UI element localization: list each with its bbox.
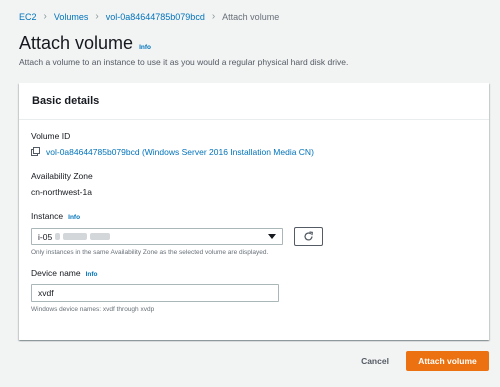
redacted-text [90,233,111,240]
availability-zone-value: cn-northwest-1a [31,187,92,197]
volume-id-label: Volume ID [31,131,71,141]
breadcrumb-volumes[interactable]: Volumes [54,12,89,22]
breadcrumb: EC2 › Volumes › vol-0a84644785b079bcd › … [19,10,279,24]
volume-id-value[interactable]: vol-0a84644785b079bcd (Windows Server 20… [46,147,314,157]
refresh-button[interactable] [294,227,323,246]
attach-volume-button[interactable]: Attach volume [406,351,489,371]
instance-select-value: i-05 [38,231,53,242]
instance-label: Instance [31,211,64,221]
chevron-right-icon: › [43,11,47,22]
device-name-hint: Windows device names: xvdf through xvdp [31,306,155,313]
copy-icon[interactable] [31,147,41,157]
breadcrumb-current: Attach volume [222,12,280,22]
basic-details-panel: Basic details Volume ID vol-0a84644785b0… [19,83,489,340]
availability-zone-label: Availability Zone [31,171,93,181]
device-name-label-row: Device name Info [31,268,98,278]
instance-hint: Only instances in the same Availability … [31,249,269,256]
panel-header: Basic details [19,83,489,120]
instance-label-row: Instance Info [31,211,80,221]
title-info-link[interactable]: Info [139,44,151,51]
instance-select[interactable]: i-05 [31,228,283,245]
instance-info-link[interactable]: Info [68,214,80,221]
cancel-button[interactable]: Cancel [352,351,398,371]
device-name-input[interactable] [31,284,279,302]
redacted-text [55,233,61,240]
page-description: Attach a volume to an instance to use it… [19,57,349,67]
refresh-icon [304,231,313,241]
device-name-label: Device name [31,268,81,278]
caret-down-icon [268,234,276,239]
page-header: Attach volume Info [19,33,151,54]
chevron-right-icon: › [95,11,99,22]
breadcrumb-volume-id[interactable]: vol-0a84644785b079bcd [106,12,205,22]
redacted-text [63,233,88,240]
breadcrumb-ec2[interactable]: EC2 [19,12,37,22]
chevron-right-icon: › [211,11,216,22]
device-name-info-link[interactable]: Info [86,271,98,278]
volume-id-link[interactable]: vol-0a84644785b079bcd (Windows Server 20… [31,147,314,157]
panel-title: Basic details [32,95,100,107]
page-title: Attach volume [19,33,134,53]
